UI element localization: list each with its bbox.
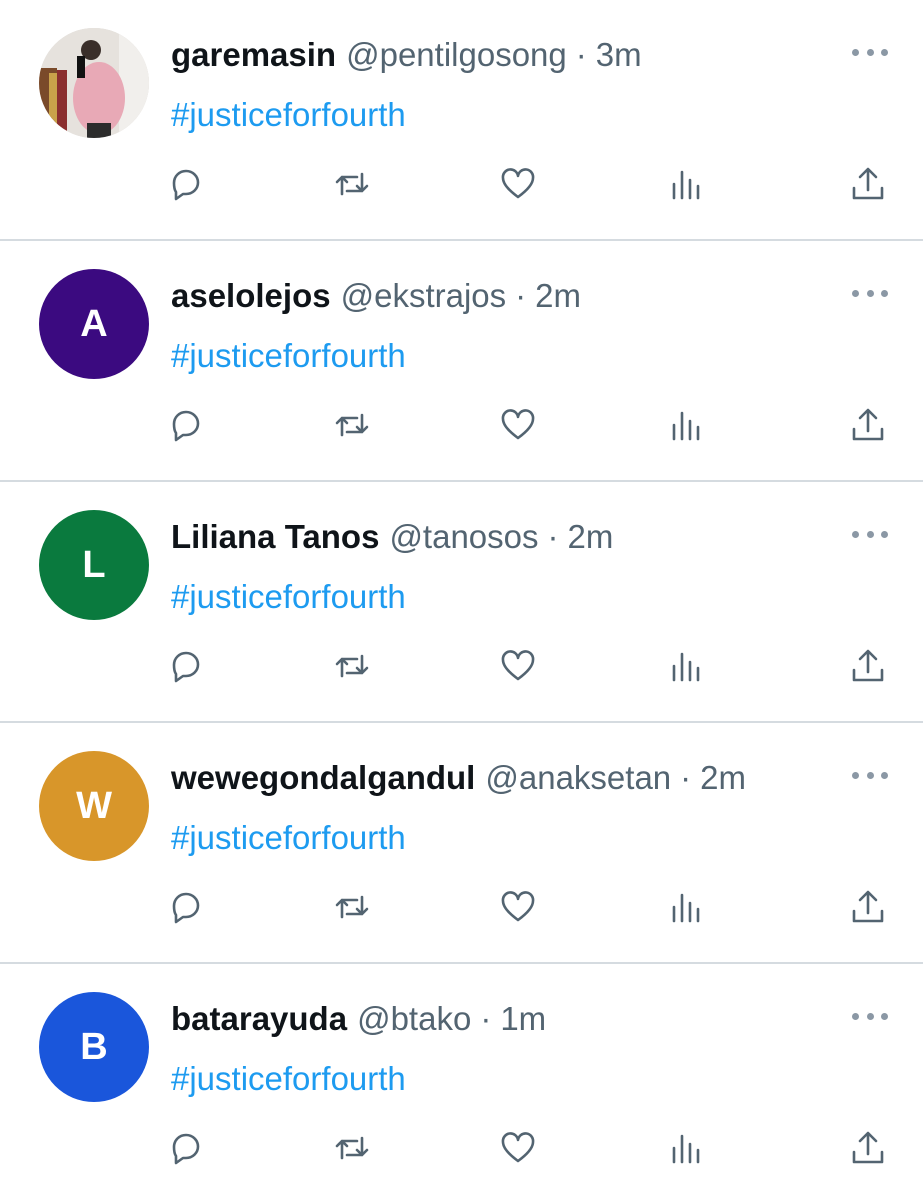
- display-name[interactable]: garemasin: [171, 36, 336, 74]
- more-icon[interactable]: [852, 1006, 888, 1026]
- reply-icon[interactable]: [164, 644, 208, 688]
- avatar-initial: L: [82, 543, 106, 586]
- tweet-header: wewegondalgandul @anaksetan · 2m: [171, 759, 746, 799]
- display-name[interactable]: wewegondalgandul: [171, 759, 475, 797]
- display-name[interactable]: aselolejos: [171, 277, 331, 315]
- views-icon[interactable]: [664, 162, 708, 206]
- avatar-photo: [39, 28, 149, 138]
- tweet-header: batarayuda @btako · 1m: [171, 1000, 546, 1040]
- user-handle[interactable]: @btako: [357, 1000, 471, 1038]
- share-icon[interactable]: [846, 885, 890, 929]
- tweet[interactable]: W wewegondalgandul @anaksetan · 2m #just…: [0, 723, 923, 964]
- tweet[interactable]: L Liliana Tanos @tanosos · 2m #justicefo…: [0, 482, 923, 723]
- user-handle[interactable]: @ekstrajos: [341, 277, 507, 315]
- avatar[interactable]: B: [39, 992, 149, 1102]
- retweet-icon[interactable]: [330, 644, 374, 688]
- share-icon[interactable]: [846, 1126, 890, 1170]
- tweet[interactable]: B batarayuda @btako · 1m #justiceforfour…: [0, 964, 923, 1200]
- avatar[interactable]: L: [39, 510, 149, 620]
- avatar[interactable]: W: [39, 751, 149, 861]
- separator-dot: ·: [680, 759, 692, 796]
- user-handle[interactable]: @tanosos: [389, 518, 538, 556]
- tweet-header: garemasin @pentilgosong · 3m: [171, 36, 642, 76]
- tweet-header: aselolejos @ekstrajos · 2m: [171, 277, 581, 317]
- share-icon[interactable]: [846, 644, 890, 688]
- user-handle[interactable]: @pentilgosong: [346, 36, 567, 74]
- share-icon[interactable]: [846, 403, 890, 447]
- avatar-initial: W: [76, 784, 112, 827]
- more-icon[interactable]: [852, 42, 888, 62]
- tweet[interactable]: garemasin @pentilgosong · 3m #justicefor…: [0, 0, 923, 241]
- hashtag-link[interactable]: #justiceforfourth: [171, 1060, 406, 1098]
- views-icon[interactable]: [664, 1126, 708, 1170]
- more-icon[interactable]: [852, 765, 888, 785]
- separator-dot: ·: [480, 1000, 492, 1037]
- hashtag-link[interactable]: #justiceforfourth: [171, 96, 406, 134]
- separator-dot: ·: [575, 36, 587, 73]
- avatar-initial: A: [80, 302, 108, 345]
- reply-icon[interactable]: [164, 403, 208, 447]
- display-name[interactable]: Liliana Tanos: [171, 518, 379, 556]
- share-icon[interactable]: [846, 162, 890, 206]
- tweet[interactable]: A aselolejos @ekstrajos · 2m #justicefor…: [0, 241, 923, 482]
- timestamp[interactable]: 1m: [500, 1000, 546, 1038]
- hashtag-link[interactable]: #justiceforfourth: [171, 337, 406, 375]
- views-icon[interactable]: [664, 885, 708, 929]
- more-icon[interactable]: [852, 283, 888, 303]
- heart-icon[interactable]: [496, 644, 540, 688]
- views-icon[interactable]: [664, 644, 708, 688]
- reply-icon[interactable]: [164, 885, 208, 929]
- heart-icon[interactable]: [496, 1126, 540, 1170]
- separator-dot: ·: [515, 277, 527, 314]
- heart-icon[interactable]: [496, 162, 540, 206]
- reply-icon[interactable]: [164, 162, 208, 206]
- avatar[interactable]: [39, 28, 149, 138]
- display-name[interactable]: batarayuda: [171, 1000, 347, 1038]
- timestamp[interactable]: 3m: [596, 36, 642, 74]
- avatar-initial: B: [80, 1025, 108, 1068]
- retweet-icon[interactable]: [330, 162, 374, 206]
- reply-icon[interactable]: [164, 1126, 208, 1170]
- tweet-feed: garemasin @pentilgosong · 3m #justicefor…: [0, 0, 923, 1200]
- more-icon[interactable]: [852, 524, 888, 544]
- retweet-icon[interactable]: [330, 885, 374, 929]
- separator-dot: ·: [547, 518, 559, 555]
- timestamp[interactable]: 2m: [535, 277, 581, 315]
- heart-icon[interactable]: [496, 403, 540, 447]
- hashtag-link[interactable]: #justiceforfourth: [171, 578, 406, 616]
- user-handle[interactable]: @anaksetan: [485, 759, 671, 797]
- hashtag-link[interactable]: #justiceforfourth: [171, 819, 406, 857]
- retweet-icon[interactable]: [330, 1126, 374, 1170]
- timestamp[interactable]: 2m: [568, 518, 614, 556]
- tweet-header: Liliana Tanos @tanosos · 2m: [171, 518, 613, 558]
- heart-icon[interactable]: [496, 885, 540, 929]
- timestamp[interactable]: 2m: [700, 759, 746, 797]
- retweet-icon[interactable]: [330, 403, 374, 447]
- views-icon[interactable]: [664, 403, 708, 447]
- avatar[interactable]: A: [39, 269, 149, 379]
